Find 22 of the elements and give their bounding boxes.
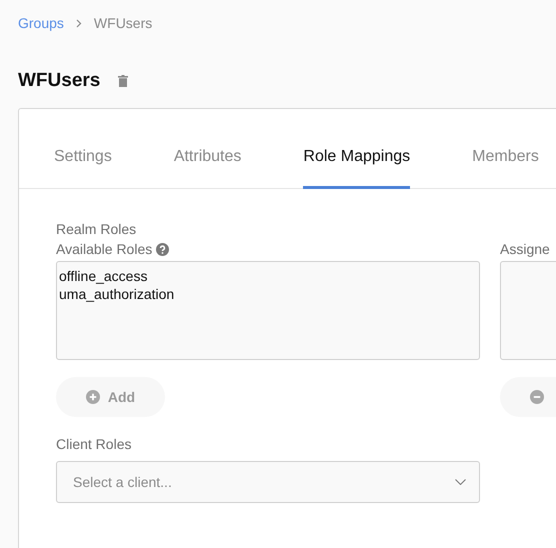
breadcrumb-current: WFUsers <box>94 14 152 33</box>
plus-circle-icon <box>86 390 100 404</box>
field-label: Client Roles <box>56 435 132 454</box>
tab[interactable]: Members <box>472 145 539 189</box>
tab[interactable]: Role Mappings <box>303 145 410 189</box>
field-label: Available Roles <box>56 240 152 258</box>
available-roles-list[interactable]: offline_access uma_authorization <box>56 261 480 360</box>
chevron-down-icon <box>455 479 466 485</box>
role-option[interactable]: uma_authorization <box>59 285 477 303</box>
tab[interactable]: Settings <box>54 145 112 189</box>
field-label: Assigne <box>500 240 551 259</box>
trash-icon[interactable] <box>118 75 128 88</box>
help-icon[interactable] <box>156 242 170 256</box>
role-option[interactable]: offline_access <box>59 267 477 285</box>
minus-circle-icon <box>530 390 544 404</box>
add-button[interactable]: Add <box>56 377 165 417</box>
section-heading: Realm Roles <box>56 220 138 239</box>
breadcrumb-link[interactable]: Groups <box>18 13 64 34</box>
page-title: WFUsers <box>18 69 100 93</box>
tab[interactable]: Attributes <box>174 145 242 189</box>
chevron-icon <box>76 19 82 28</box>
client-select[interactable]: Select a client... <box>56 461 480 503</box>
